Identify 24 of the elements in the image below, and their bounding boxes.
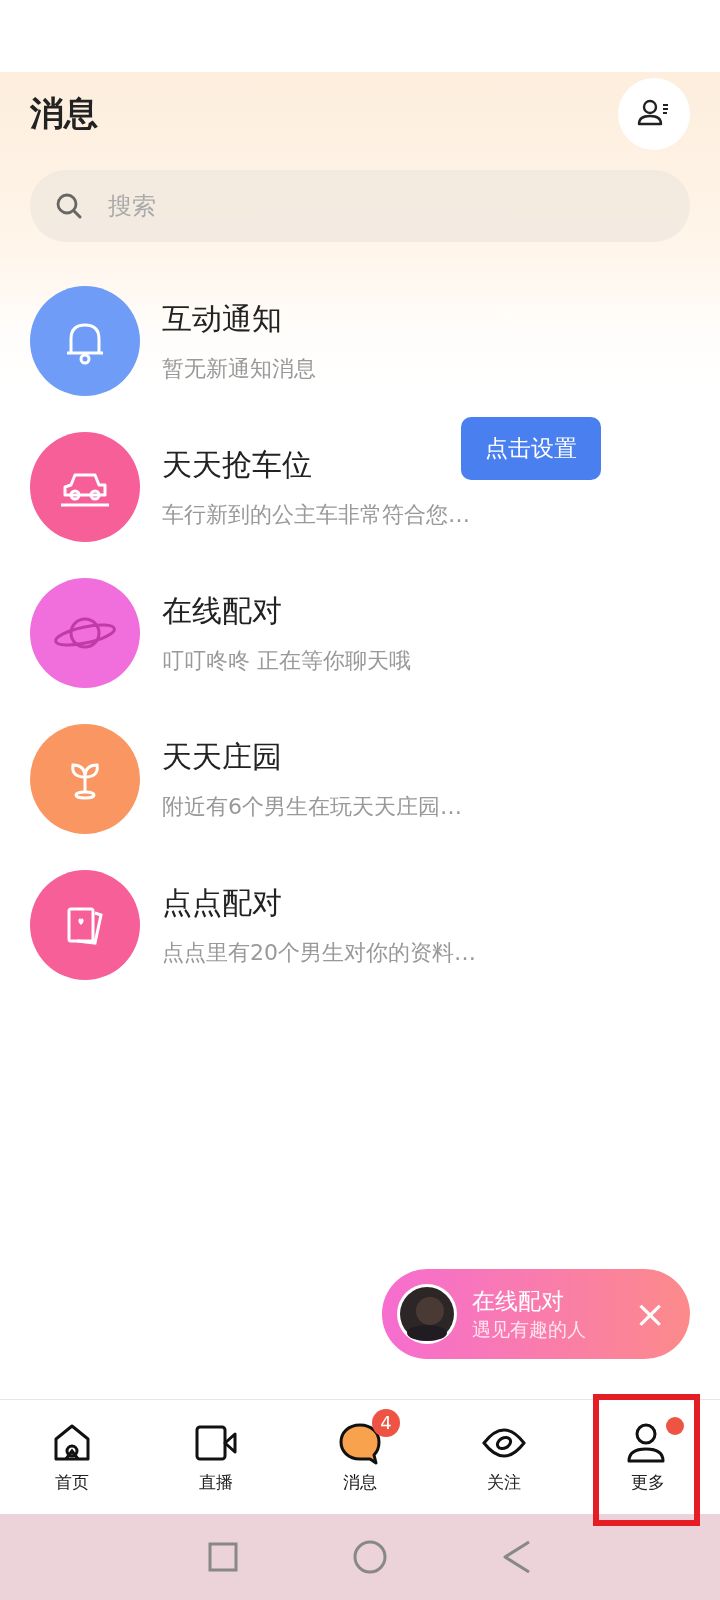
home-button-icon[interactable] xyxy=(352,1539,388,1575)
conversation-name: 互动通知 xyxy=(162,299,283,338)
conversation-name: 天天庄园 xyxy=(162,737,283,776)
message-preview: 车行新到的公主车非常符合您… xyxy=(162,500,470,529)
recent-apps-icon[interactable] xyxy=(206,1541,239,1573)
message-preview: 叮叮咚咚 正在等你聊天哦 xyxy=(162,646,411,675)
search-field[interactable]: 搜索 xyxy=(30,170,690,242)
tab-item[interactable]: 更多 xyxy=(576,1400,720,1514)
tab-item[interactable]: 关注 xyxy=(432,1400,576,1514)
message-preview: 附近有6个男生在玩天天庄园… xyxy=(162,792,462,821)
set-tooltip[interactable]: 点击设置 xyxy=(461,417,601,480)
tab-item[interactable]: 直播 xyxy=(144,1400,288,1514)
message-preview: 点点里有20个男生对你的资料… xyxy=(162,938,476,967)
search-icon xyxy=(54,191,84,221)
conversation-name: 点点配对 xyxy=(162,883,283,922)
conversation-name: 在线配对 xyxy=(162,591,283,630)
page-title: 消息 xyxy=(30,92,98,135)
tab-item[interactable]: 4 消息 xyxy=(288,1400,432,1514)
banner-subtitle: 遇见有趣的人 xyxy=(472,1316,587,1342)
banner-title: 在线配对 xyxy=(472,1286,565,1316)
unread-count: 4 xyxy=(372,1408,400,1437)
conversation-name: 天天抢车位 xyxy=(162,445,313,484)
message-preview: 暂无新通知消息 xyxy=(162,354,316,383)
tab-item[interactable]: 首页 xyxy=(0,1400,144,1514)
